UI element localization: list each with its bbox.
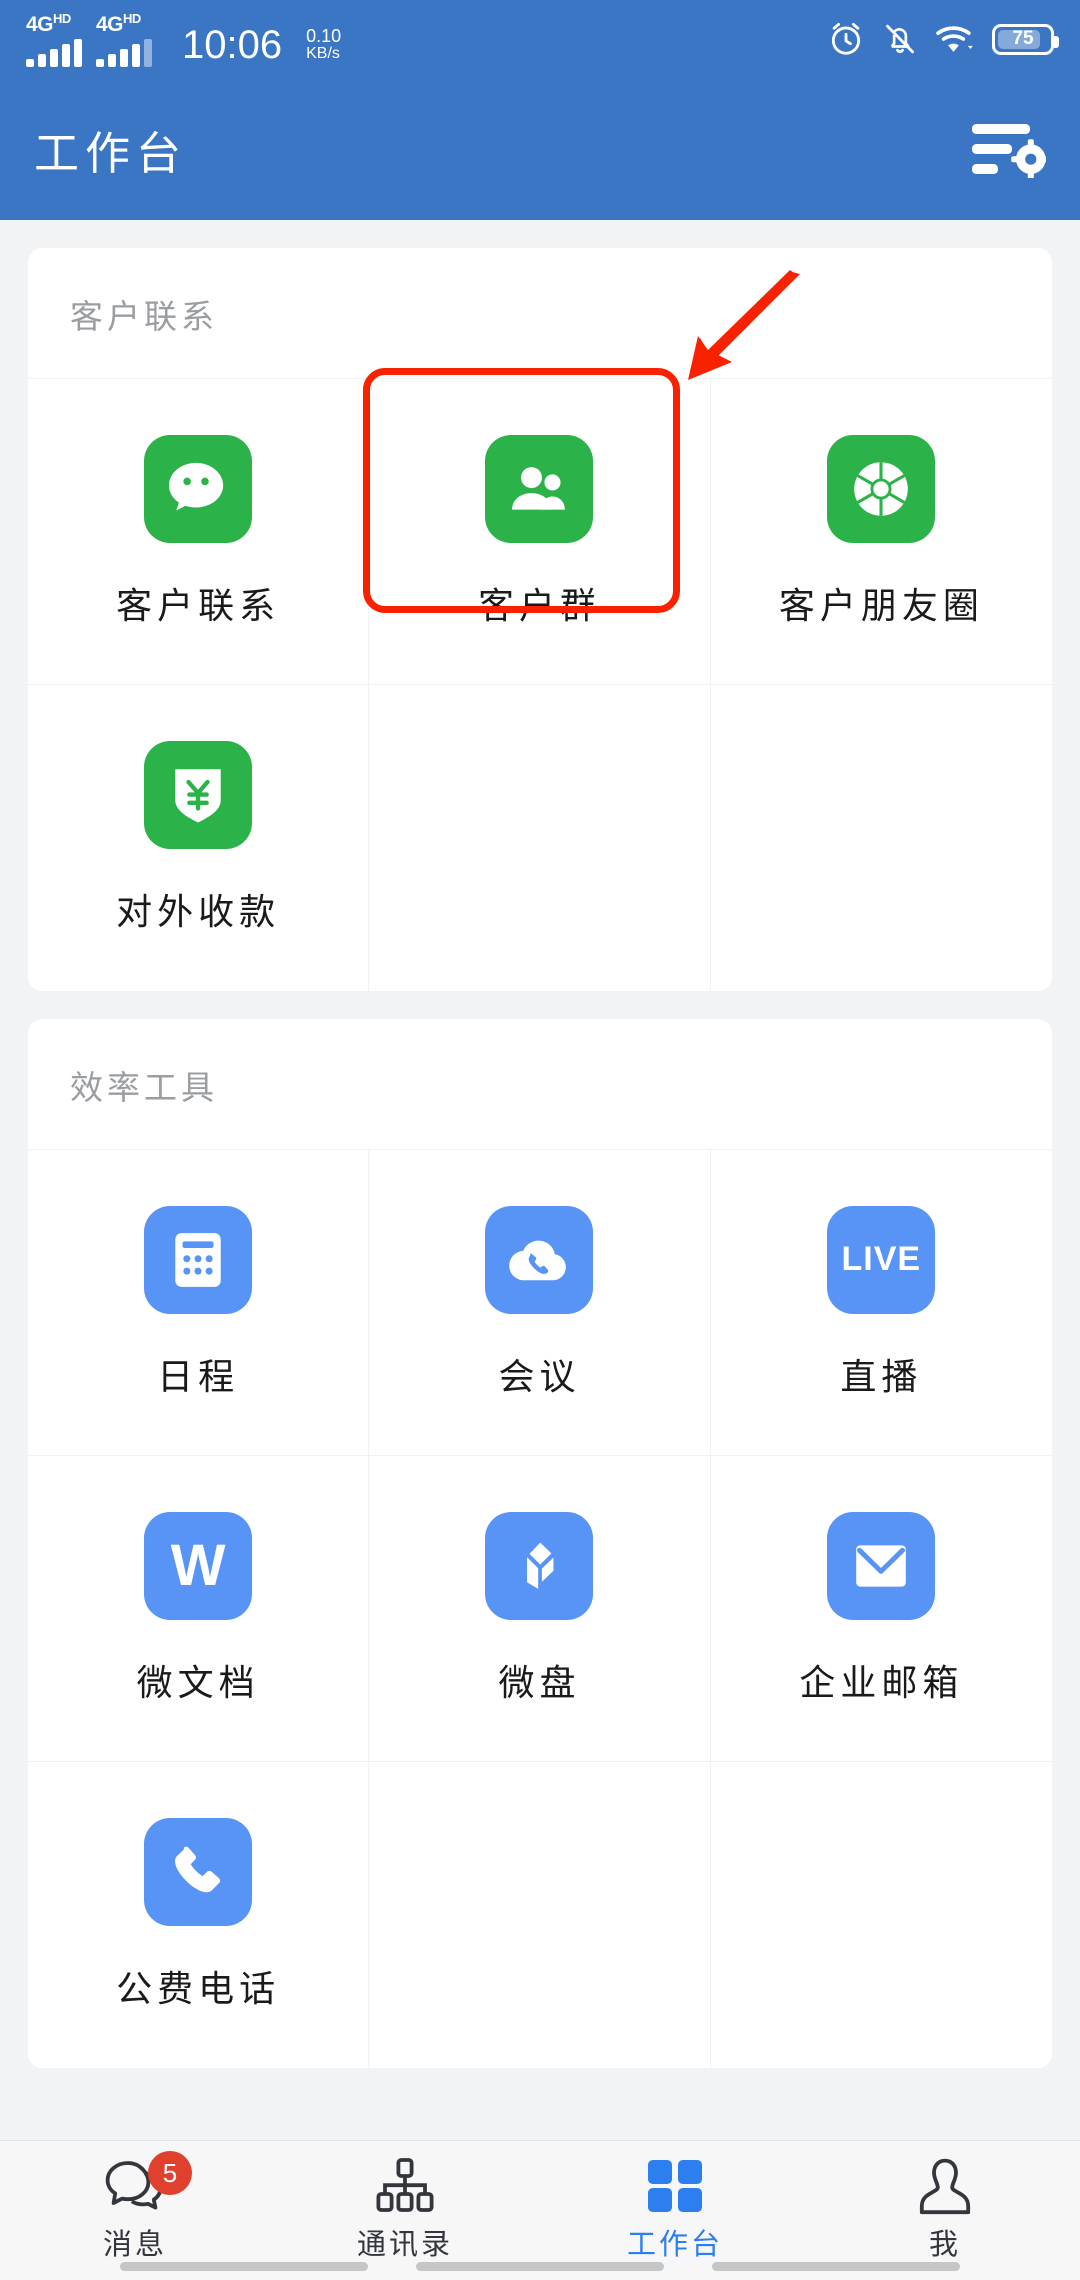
signal-bars-sim1 [26, 38, 82, 67]
app-label: 微盘 [498, 1661, 581, 1703]
tab-contacts[interactable]: 通讯录 [270, 2141, 540, 2280]
w-doc-icon: W [144, 1511, 253, 1620]
grid-squares-icon [646, 2155, 704, 2217]
app-cell-empty [711, 685, 1052, 991]
app-label: 对外收款 [116, 891, 281, 932]
signal-label-sim2: 4GHD [96, 10, 141, 36]
app-cell-empty [369, 685, 711, 991]
app-cell-wedrive[interactable]: 微盘 [369, 1456, 711, 1762]
live-text-icon: LIVE [827, 1205, 936, 1314]
tab-workbench[interactable]: 工作台 [540, 2141, 810, 2280]
cloud-phone-icon [485, 1205, 594, 1314]
gesture-nav-bar [0, 2262, 1080, 2272]
tab-me[interactable]: 我 [810, 2141, 1080, 2280]
status-bar-right: 75 [827, 20, 1059, 58]
chat-bubbles-icon: 5 [104, 2151, 192, 2217]
tab-label: 消息 [102, 2229, 167, 2261]
app-cell-empty [369, 1762, 711, 2068]
envelope-icon [827, 1511, 936, 1620]
app-label: 会议 [498, 1355, 581, 1397]
w-glyph-text: W [170, 1532, 226, 1598]
status-bar-clock: 10:06 [182, 22, 283, 67]
phone-icon [144, 1818, 253, 1926]
gesture-bar-segment[interactable] [120, 2262, 368, 2271]
gesture-bar-segment[interactable] [712, 2262, 960, 2271]
app-label: 微文档 [136, 1661, 260, 1703]
section-card-efficiency-tools: 效率工具 日程 会议 LIVE 直播 W 微文档 微盘 企业邮箱 公费电话 [28, 1019, 1052, 2068]
app-label: 客户群 [477, 584, 601, 626]
status-bar: 4GHD 4GHD 10:06 0.10 KB/s 75 [0, 0, 1080, 78]
list-settings-icon[interactable] [972, 120, 1046, 178]
status-bar-left: 4GHD 4GHD 10:06 0.10 KB/s [26, 12, 341, 67]
app-cell-customer-moments[interactable]: 客户朋友圈 [710, 379, 1052, 685]
person-icon [916, 2155, 974, 2217]
live-glyph-text: LIVE [841, 1240, 922, 1278]
page-header: 工作台 [0, 78, 1080, 220]
app-label: 直播 [840, 1355, 923, 1397]
signal-indicator-sim2: 4GHD [96, 12, 152, 67]
bottom-tab-bar: 5 消息 通讯录 工作台 我 [0, 2140, 1080, 2280]
battery-percent: 75 [1012, 28, 1034, 49]
group-people-icon [485, 434, 594, 543]
app-label: 公费电话 [116, 1968, 281, 2009]
tab-label: 工作台 [626, 2229, 723, 2261]
page-title: 工作台 [34, 127, 188, 179]
calendar-icon [144, 1205, 253, 1314]
signal-label-sim1: 4GHD [26, 10, 71, 36]
section-title-customer-contact: 客户联系 [28, 248, 1052, 379]
alarm-icon [831, 23, 861, 55]
battery-icon: 75 [992, 23, 1059, 55]
section-title-efficiency-tools: 效率工具 [28, 1019, 1052, 1150]
section-card-customer-contact: 客户联系 客户联系 客户群 客户朋友圈 对外收款 [28, 248, 1052, 991]
tab-messages[interactable]: 5 消息 [0, 2141, 270, 2280]
network-speed-value: 0.10 [306, 25, 342, 46]
tab-label: 通讯录 [356, 2229, 453, 2261]
app-cell-live[interactable]: LIVE 直播 [710, 1150, 1052, 1456]
cube-drive-icon [485, 1511, 594, 1620]
app-root: 4GHD 4GHD 10:06 0.10 KB/s 75 工作台 客户联系 客户… [0, 0, 1080, 2280]
app-label: 企业邮箱 [799, 1661, 964, 1703]
tab-label: 我 [928, 2229, 961, 2261]
app-cell-wedoc[interactable]: W 微文档 [28, 1456, 370, 1762]
app-grid-customer-contact: 客户联系 客户群 客户朋友圈 对外收款 [28, 379, 1052, 991]
app-label: 客户朋友圈 [778, 584, 984, 626]
app-cell-empty [711, 1762, 1052, 2068]
signal-indicator-sim1: 4GHD [26, 12, 82, 67]
app-cell-external-payment[interactable]: 对外收款 [28, 685, 370, 991]
app-cell-meeting[interactable]: 会议 [369, 1150, 711, 1456]
network-speed-unit: KB/s [306, 44, 340, 62]
workbench-content: 客户联系 客户联系 客户群 客户朋友圈 对外收款 效率工具 日程 会议 LIVE… [0, 220, 1080, 2140]
app-cell-customer-contact[interactable]: 客户联系 [28, 379, 370, 685]
app-label: 日程 [157, 1355, 240, 1397]
app-label: 客户联系 [116, 584, 281, 626]
app-cell-enterprise-mail[interactable]: 企业邮箱 [710, 1456, 1052, 1762]
signal-bars-sim2 [96, 38, 152, 67]
app-grid-efficiency-tools: 日程 会议 LIVE 直播 W 微文档 微盘 企业邮箱 公费电话 [28, 1150, 1052, 2068]
app-cell-free-call[interactable]: 公费电话 [28, 1762, 370, 2068]
app-cell-calendar[interactable]: 日程 [28, 1150, 370, 1456]
shield-yuan-icon [144, 741, 253, 849]
aperture-icon [827, 434, 936, 543]
app-cell-customer-group[interactable]: 客户群 [369, 379, 711, 685]
bell-muted-icon [885, 24, 915, 54]
network-speed: 0.10 KB/s [306, 25, 342, 63]
gesture-bar-segment[interactable] [416, 2262, 664, 2271]
org-tree-icon [374, 2155, 436, 2217]
badge-message-count: 5 [148, 2151, 192, 2195]
wechat-bubble-icon [144, 434, 253, 543]
wifi-icon [936, 26, 973, 52]
